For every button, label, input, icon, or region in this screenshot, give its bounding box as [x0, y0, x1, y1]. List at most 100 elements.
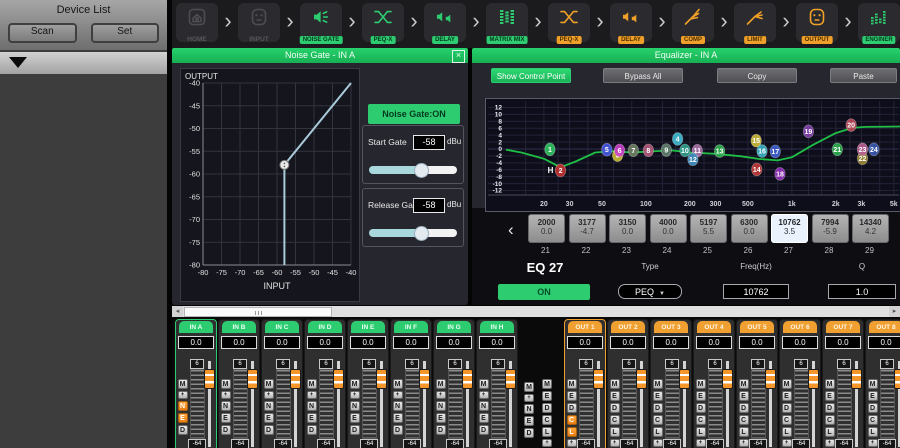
- scrollbar-thumb[interactable]: [184, 307, 332, 317]
- band-cell-23[interactable]: 31500.0: [609, 214, 646, 243]
- channel-gain-value[interactable]: 0.0: [178, 336, 214, 349]
- toolbar-item-input[interactable]: INPUT: [238, 3, 280, 42]
- channel-tab-in-h[interactable]: IN H: [480, 321, 514, 333]
- slider-handle[interactable]: [419, 369, 430, 389]
- channel-btn-e[interactable]: E: [868, 391, 878, 401]
- channel-btn-plus[interactable]: +: [178, 391, 188, 399]
- set-button[interactable]: Set: [91, 23, 160, 43]
- channel-btn-d[interactable]: D: [178, 425, 188, 435]
- channel-btn-n[interactable]: N: [350, 401, 360, 411]
- channel-btn-plus[interactable]: +: [696, 439, 706, 447]
- channel-volume-slider[interactable]: [333, 361, 345, 448]
- channel-btn-plus[interactable]: +: [221, 391, 231, 399]
- channel-volume-slider[interactable]: [894, 361, 900, 448]
- channel-btn-m[interactable]: M: [739, 379, 749, 389]
- master-btn-n[interactable]: N: [524, 404, 534, 414]
- channel-gain-value[interactable]: 0.0: [307, 336, 343, 349]
- channel-btn-l[interactable]: L: [825, 427, 835, 437]
- channel-volume-slider[interactable]: [204, 361, 216, 448]
- channel-btn-e[interactable]: E: [653, 391, 663, 401]
- channel-btn-e[interactable]: E: [350, 413, 360, 423]
- freq-field[interactable]: 10762: [723, 284, 789, 299]
- toolbar-item-enginer[interactable]: ENGINER: [858, 3, 900, 42]
- band-cell-25[interactable]: 51975.5: [690, 214, 727, 243]
- slider-handle[interactable]: [593, 369, 604, 389]
- close-icon[interactable]: [452, 50, 465, 63]
- channel-btn-plus[interactable]: +: [307, 391, 317, 399]
- channel-btn-plus[interactable]: +: [479, 391, 489, 399]
- release-gate-slider-thumb[interactable]: [414, 226, 429, 241]
- channel-btn-e[interactable]: E: [178, 413, 188, 423]
- channel-tab-in-d[interactable]: IN D: [308, 321, 342, 333]
- slider-handle[interactable]: [462, 369, 473, 389]
- toolbar-item-comp[interactable]: COMP: [672, 3, 714, 42]
- master-btn-plus[interactable]: +: [524, 394, 534, 402]
- band-cell-26[interactable]: 63000.0: [731, 214, 768, 243]
- channel-btn-m[interactable]: M: [221, 379, 231, 389]
- channel-btn-e[interactable]: E: [436, 413, 446, 423]
- channel-btn-c[interactable]: C: [825, 415, 835, 425]
- channel-btn-d[interactable]: D: [782, 403, 792, 413]
- toolbar-item-matrix-mix[interactable]: MATRIX MIX: [486, 3, 528, 42]
- channel-tab-in-g[interactable]: IN G: [437, 321, 471, 333]
- slider-handle[interactable]: [247, 369, 258, 389]
- channel-btn-c[interactable]: C: [782, 415, 792, 425]
- channel-volume-slider[interactable]: [505, 361, 517, 448]
- channel-btn-c[interactable]: C: [610, 415, 620, 425]
- channel-btn-m[interactable]: M: [653, 379, 663, 389]
- channel-btn-plus[interactable]: +: [825, 439, 835, 447]
- channel-btn-d[interactable]: D: [264, 425, 274, 435]
- channel-btn-m[interactable]: M: [178, 379, 188, 389]
- channel-btn-plus[interactable]: +: [264, 391, 274, 399]
- channel-btn-d[interactable]: D: [825, 403, 835, 413]
- channel-tab-in-b[interactable]: IN B: [222, 321, 256, 333]
- channel-gain-value[interactable]: 0.0: [653, 336, 689, 349]
- gate-threshold-handle[interactable]: [280, 160, 289, 169]
- bypass-all-button[interactable]: Bypass All: [603, 68, 683, 83]
- band-cell-24[interactable]: 40000.0: [650, 214, 687, 243]
- master-btn-m[interactable]: M: [524, 382, 534, 392]
- channel-volume-slider[interactable]: [851, 361, 863, 448]
- channel-btn-d[interactable]: D: [739, 403, 749, 413]
- master-btn-c[interactable]: C: [542, 415, 552, 425]
- channel-gain-value[interactable]: 0.0: [436, 336, 472, 349]
- toolbar-item-output[interactable]: OUTPUT: [796, 3, 838, 42]
- channel-btn-d[interactable]: D: [567, 403, 577, 413]
- channel-gain-value[interactable]: 0.0: [868, 336, 900, 349]
- channel-gain-value[interactable]: 0.0: [479, 336, 515, 349]
- channel-volume-slider[interactable]: [679, 361, 691, 448]
- channel-btn-d[interactable]: D: [653, 403, 663, 413]
- channel-volume-slider[interactable]: [290, 361, 302, 448]
- channel-btn-e[interactable]: E: [782, 391, 792, 401]
- type-dropdown[interactable]: PEQ▼: [618, 284, 682, 299]
- channel-btn-c[interactable]: C: [739, 415, 749, 425]
- toolbar-item-noise-gate[interactable]: NOISE GATE: [300, 3, 342, 42]
- channel-btn-plus[interactable]: +: [567, 439, 577, 447]
- channel-btn-plus[interactable]: +: [350, 391, 360, 399]
- slider-handle[interactable]: [333, 369, 344, 389]
- channel-btn-plus[interactable]: +: [868, 439, 878, 447]
- channel-btn-n[interactable]: N: [479, 401, 489, 411]
- channel-btn-e[interactable]: E: [307, 413, 317, 423]
- channel-btn-d[interactable]: D: [221, 425, 231, 435]
- channel-btn-d[interactable]: D: [393, 425, 403, 435]
- channel-tab-out-7[interactable]: OUT 7: [826, 321, 860, 333]
- toolbar-item-limit[interactable]: LIMIT: [734, 3, 776, 42]
- release-gate-value[interactable]: -58: [413, 198, 445, 213]
- channel-btn-n[interactable]: N: [221, 401, 231, 411]
- channel-gain-value[interactable]: 0.0: [739, 336, 775, 349]
- channel-volume-slider[interactable]: [722, 361, 734, 448]
- channel-btn-e[interactable]: E: [264, 413, 274, 423]
- slider-handle[interactable]: [679, 369, 690, 389]
- channel-btn-plus[interactable]: +: [782, 439, 792, 447]
- channel-btn-plus[interactable]: +: [610, 439, 620, 447]
- q-field[interactable]: 1.0: [828, 284, 896, 299]
- band-cell-28[interactable]: 7994-5.9: [812, 214, 849, 243]
- channel-btn-plus[interactable]: +: [739, 439, 749, 447]
- channel-btn-n[interactable]: N: [264, 401, 274, 411]
- channel-btn-c[interactable]: C: [868, 415, 878, 425]
- channel-btn-l[interactable]: L: [610, 427, 620, 437]
- channel-btn-c[interactable]: C: [653, 415, 663, 425]
- channel-btn-e[interactable]: E: [221, 413, 231, 423]
- channel-tab-in-f[interactable]: IN F: [394, 321, 428, 333]
